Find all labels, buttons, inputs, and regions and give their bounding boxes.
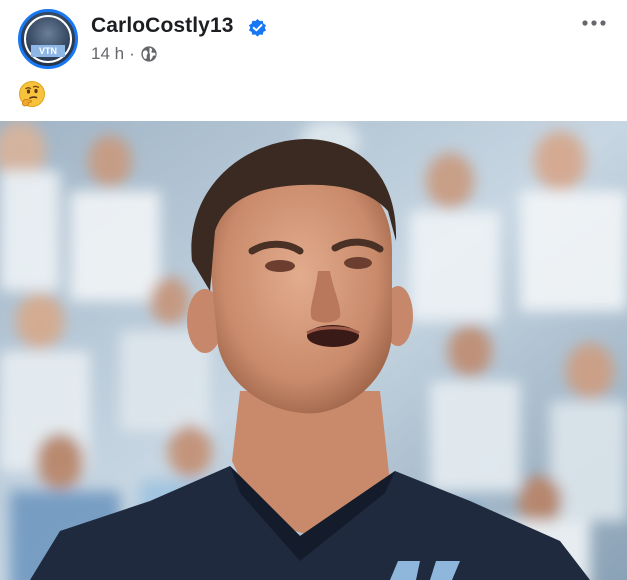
avatar-logo-text: VTN bbox=[31, 45, 65, 57]
verified-badge-icon bbox=[248, 18, 267, 37]
meta-separator: · bbox=[129, 44, 135, 63]
post-photo[interactable] bbox=[0, 121, 627, 580]
timestamp[interactable]: 14 h bbox=[91, 44, 124, 64]
author-name[interactable]: CarloCostly13 bbox=[91, 14, 234, 38]
post-header: VTN CarloCostly13 14 h · bbox=[0, 0, 627, 120]
post-meta: 14 h · bbox=[91, 44, 158, 64]
more-options-icon[interactable] bbox=[581, 16, 607, 30]
avatar[interactable]: VTN bbox=[18, 9, 78, 69]
thinking-face-emoji bbox=[19, 81, 45, 107]
globe-icon bbox=[141, 46, 157, 62]
photo-of-player bbox=[0, 121, 627, 580]
